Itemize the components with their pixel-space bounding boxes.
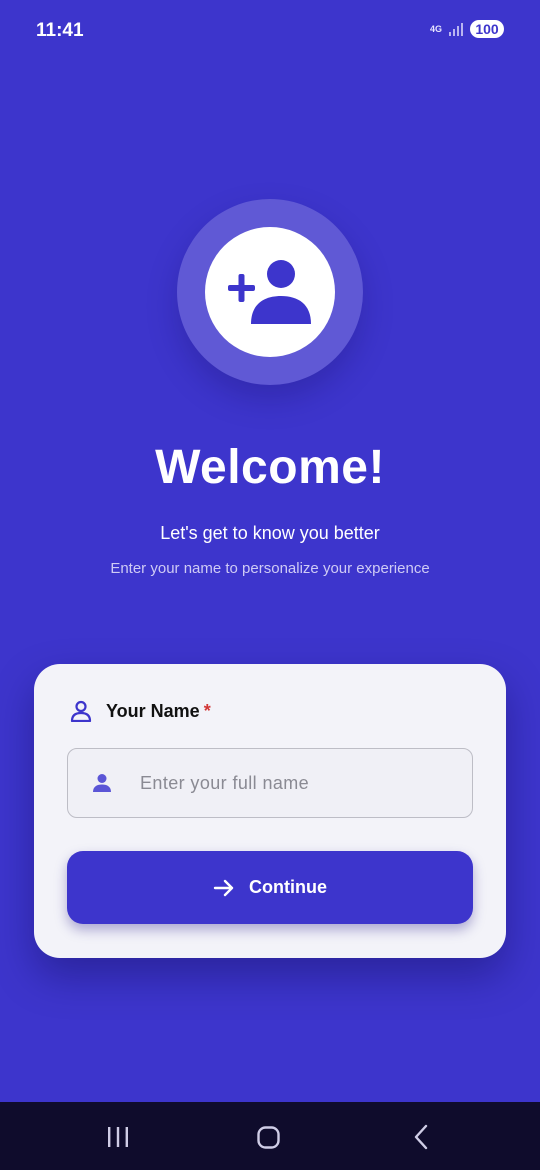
status-bar: 11:41 4G 100 bbox=[0, 0, 540, 64]
name-label: Your Name bbox=[106, 700, 200, 721]
avatar-circle bbox=[205, 227, 335, 357]
name-input[interactable] bbox=[140, 749, 460, 817]
welcome-title: Welcome! bbox=[155, 441, 385, 494]
continue-button[interactable]: Continue bbox=[67, 851, 473, 924]
back-icon[interactable] bbox=[410, 1122, 432, 1152]
required-indicator: * bbox=[203, 700, 211, 721]
name-form-card: Your Name * Continue bbox=[34, 664, 506, 958]
person-outline-icon bbox=[70, 700, 92, 722]
add-person-icon bbox=[228, 260, 311, 324]
name-input-container[interactable] bbox=[67, 748, 473, 818]
system-nav-bar bbox=[0, 1102, 540, 1170]
continue-label: Continue bbox=[249, 877, 327, 897]
recent-apps-icon[interactable] bbox=[106, 1122, 130, 1152]
battery-badge: 100 bbox=[470, 20, 504, 38]
person-icon bbox=[93, 774, 111, 792]
network-type: 4G bbox=[429, 23, 442, 34]
arrow-right-icon bbox=[213, 879, 234, 896]
signal-icon bbox=[449, 23, 463, 36]
welcome-description: Enter your name to personalize your expe… bbox=[110, 560, 430, 577]
welcome-subtitle: Let's get to know you better bbox=[160, 523, 380, 543]
name-field-label: Your Name * bbox=[70, 700, 211, 722]
status-icons: 4G 100 bbox=[430, 20, 504, 38]
avatar-ring bbox=[177, 199, 363, 385]
status-time: 11:41 bbox=[36, 20, 84, 41]
home-icon[interactable] bbox=[256, 1122, 282, 1152]
